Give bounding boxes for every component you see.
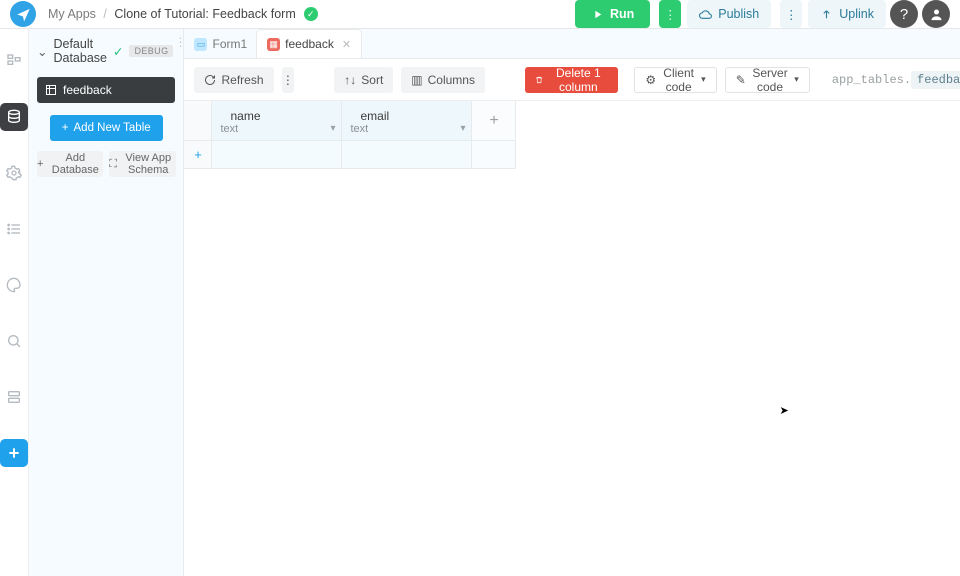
table-code-ref: app_tables.feedback bbox=[832, 73, 960, 87]
table-icon bbox=[45, 84, 57, 96]
add-database-label: Add Database bbox=[47, 152, 103, 176]
add-new-table-label: Add New Table bbox=[74, 122, 151, 134]
sync-ok-icon: ✓ bbox=[304, 7, 318, 21]
schema-icon: ⛶ bbox=[109, 158, 117, 171]
delete-label: Delete 1 column bbox=[548, 66, 608, 94]
table-item-label: feedback bbox=[63, 83, 112, 97]
form-icon: ▭ bbox=[194, 38, 207, 51]
sort-icon: ↑↓ bbox=[344, 73, 356, 87]
chevron-down-icon[interactable]: ▾ bbox=[460, 123, 465, 134]
table-cell bbox=[472, 141, 516, 169]
column-header-name[interactable]: name text ▾ bbox=[212, 101, 342, 141]
database-panel: ⌄ Default Database ✓ DEBUG feedback + Ad… bbox=[29, 29, 184, 576]
add-row-button[interactable]: + bbox=[184, 141, 212, 169]
refresh-menu-button[interactable]: ⋮ bbox=[282, 67, 295, 93]
breadcrumb-root[interactable]: My Apps bbox=[48, 7, 96, 21]
view-app-schema-label: View App Schema bbox=[121, 152, 176, 176]
table-icon: ▦ bbox=[267, 38, 280, 51]
sort-button[interactable]: ↑↓ Sort bbox=[334, 67, 393, 93]
rail-item-database[interactable] bbox=[0, 103, 28, 131]
trash-icon bbox=[535, 74, 543, 86]
run-menu-button[interactable]: ⋮ bbox=[659, 0, 681, 28]
db-env-badge: DEBUG bbox=[129, 45, 173, 57]
run-button[interactable]: Run bbox=[575, 0, 650, 28]
row-number-header bbox=[184, 101, 212, 141]
client-code-button[interactable]: ⚙ Client code ▾ bbox=[634, 67, 716, 93]
rail-item-theme[interactable] bbox=[0, 271, 28, 299]
run-label: Run bbox=[610, 7, 634, 21]
server-code-button[interactable]: ✎ Server code ▾ bbox=[725, 67, 810, 93]
cloud-icon bbox=[699, 8, 712, 21]
uplink-icon bbox=[820, 8, 833, 21]
chevron-down-icon[interactable]: ⌄ bbox=[37, 44, 47, 59]
table-cell[interactable] bbox=[342, 141, 472, 169]
tab-bar: ▭ Form1 ▦ feedback ✕ bbox=[184, 29, 960, 59]
mouse-cursor-icon: ➤ bbox=[779, 404, 788, 417]
code-prefix: app_tables. bbox=[832, 73, 911, 87]
columns-button[interactable]: ▥ Columns bbox=[401, 67, 485, 93]
plus-icon: + bbox=[62, 122, 69, 134]
add-new-table-button[interactable]: + Add New Table bbox=[50, 115, 163, 141]
refresh-label: Refresh bbox=[221, 73, 263, 87]
refresh-icon bbox=[204, 74, 216, 86]
column-name: email bbox=[350, 109, 463, 123]
editor-area: ▭ Form1 ▦ feedback ✕ Refresh ⋮ ↑↓ Sort ▥ bbox=[184, 29, 960, 576]
delete-column-button[interactable]: Delete 1 column bbox=[525, 67, 618, 93]
close-tab-icon[interactable]: ✕ bbox=[342, 38, 351, 51]
rail-item-outline[interactable] bbox=[0, 215, 28, 243]
client-code-label: Client code bbox=[661, 66, 696, 94]
publish-label: Publish bbox=[718, 7, 759, 21]
column-type: text bbox=[220, 123, 333, 135]
data-grid: name text ▾ email text ▾ + + ➤ bbox=[184, 101, 960, 576]
column-header-email[interactable]: email text ▾ bbox=[342, 101, 472, 141]
publish-menu-button[interactable]: ⋮ bbox=[780, 0, 802, 28]
tab-form1[interactable]: ▭ Form1 bbox=[184, 30, 257, 58]
play-icon bbox=[591, 8, 604, 21]
server-code-label: Server code bbox=[751, 66, 790, 94]
table-toolbar: Refresh ⋮ ↑↓ Sort ▥ Columns Delete 1 col… bbox=[184, 59, 960, 101]
pencil-icon: ✎ bbox=[736, 73, 746, 87]
table-cell[interactable] bbox=[212, 141, 342, 169]
rail-item-add[interactable] bbox=[0, 439, 28, 467]
account-button[interactable] bbox=[922, 0, 950, 28]
code-token: feedback bbox=[911, 71, 960, 89]
column-name: name bbox=[220, 109, 333, 123]
add-database-button[interactable]: + Add Database bbox=[37, 151, 103, 177]
rail-item-deploy[interactable] bbox=[0, 383, 28, 411]
refresh-button[interactable]: Refresh bbox=[194, 67, 273, 93]
plus-icon: + bbox=[37, 158, 43, 170]
breadcrumb-current[interactable]: Clone of Tutorial: Feedback form bbox=[114, 7, 295, 21]
user-icon bbox=[929, 7, 944, 22]
add-column-button[interactable]: + bbox=[472, 101, 516, 141]
publish-button[interactable]: Publish bbox=[687, 0, 771, 28]
database-name[interactable]: Default Database bbox=[53, 37, 107, 65]
db-connected-icon: ✓ bbox=[113, 44, 123, 59]
sort-label: Sort bbox=[361, 73, 383, 87]
gear-icon: ⚙ bbox=[645, 73, 656, 87]
chevron-down-icon: ▾ bbox=[701, 74, 706, 85]
chevron-down-icon: ▾ bbox=[794, 74, 799, 85]
columns-label: Columns bbox=[428, 73, 475, 87]
view-app-schema-button[interactable]: ⛶ View App Schema bbox=[109, 151, 175, 177]
help-button[interactable]: ? bbox=[890, 0, 918, 28]
table-item-feedback[interactable]: feedback bbox=[37, 77, 175, 103]
rail-item-search[interactable] bbox=[0, 327, 28, 355]
rail-item-tree[interactable] bbox=[0, 47, 28, 75]
nav-rail bbox=[0, 29, 29, 576]
tab-label: Form1 bbox=[212, 37, 247, 51]
columns-icon: ▥ bbox=[411, 73, 422, 87]
chevron-down-icon[interactable]: ▾ bbox=[330, 123, 335, 134]
column-type: text bbox=[350, 123, 463, 135]
tab-label: feedback bbox=[285, 37, 334, 51]
uplink-label: Uplink bbox=[839, 7, 874, 21]
uplink-button[interactable]: Uplink bbox=[808, 0, 886, 28]
breadcrumb: My Apps / Clone of Tutorial: Feedback fo… bbox=[48, 7, 296, 21]
app-logo[interactable] bbox=[10, 1, 36, 27]
rail-item-settings[interactable] bbox=[0, 159, 28, 187]
tab-feedback[interactable]: ▦ feedback ✕ bbox=[257, 30, 361, 58]
